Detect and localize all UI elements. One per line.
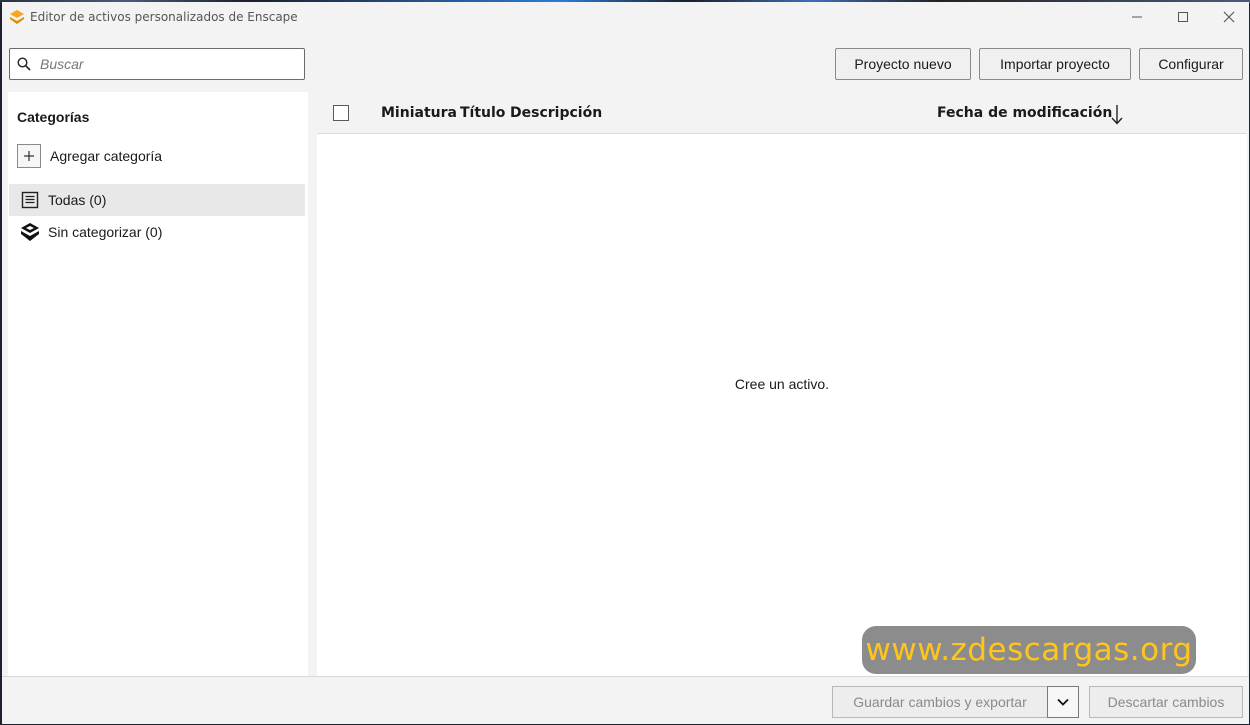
watermark: www.zdescargas.org [862, 626, 1196, 674]
sidebar-item-all[interactable]: Todas (0) [9, 184, 305, 216]
categories-heading: Categorías [17, 109, 90, 125]
maximize-icon [1178, 12, 1188, 22]
close-button[interactable] [1206, 2, 1249, 32]
configure-button[interactable]: Configurar [1139, 48, 1243, 80]
search-input[interactable] [40, 54, 295, 74]
plus-icon [17, 144, 41, 168]
sidebar-item-label: Todas (0) [48, 192, 107, 208]
enscape-logo-icon [20, 222, 40, 242]
sidebar-item-label: Sin categorizar (0) [48, 224, 163, 240]
close-icon [1223, 11, 1235, 23]
column-header-modified-date[interactable]: Fecha de modificación [937, 105, 1112, 121]
sidebar-item-uncategorized[interactable]: Sin categorizar (0) [9, 216, 305, 248]
table-header: Miniatura Título Descripción Fecha de mo… [317, 92, 1247, 134]
maximize-button[interactable] [1160, 2, 1206, 32]
save-and-export-button[interactable]: Guardar cambios y exportar [832, 686, 1048, 718]
minimize-icon [1132, 16, 1142, 18]
discard-changes-button[interactable]: Descartar cambios [1089, 686, 1243, 718]
minimize-button[interactable] [1114, 2, 1160, 32]
search-icon [17, 57, 31, 71]
title-bar[interactable]: Editor de activos personalizados de Ensc… [2, 2, 1249, 32]
add-category-label: Agregar categoría [50, 148, 163, 164]
sort-descending-icon[interactable] [1110, 103, 1124, 125]
enscape-app-icon [10, 10, 24, 24]
add-category-button[interactable]: Agregar categoría [17, 144, 162, 168]
assets-table: Miniatura Título Descripción Fecha de mo… [317, 92, 1247, 676]
chevron-down-icon [1057, 698, 1069, 706]
list-icon [20, 190, 40, 210]
footer-bar: Guardar cambios y exportar Descartar cam… [2, 676, 1249, 724]
column-header-description[interactable]: Descripción [510, 105, 602, 121]
categories-sidebar: Categorías Agregar categoría Todas (0) S… [8, 92, 308, 676]
app-window: Editor de activos personalizados de Ensc… [2, 2, 1249, 724]
window-title: Editor de activos personalizados de Ensc… [30, 10, 298, 24]
save-options-dropdown[interactable] [1047, 686, 1079, 718]
select-all-checkbox[interactable] [333, 105, 349, 121]
new-project-button[interactable]: Proyecto nuevo [835, 48, 971, 80]
empty-state-message: Cree un activo. [734, 376, 830, 392]
import-project-button[interactable]: Importar proyecto [979, 48, 1131, 80]
column-header-title[interactable]: Título [460, 105, 505, 121]
search-box[interactable] [9, 48, 305, 80]
column-header-thumbnail[interactable]: Miniatura [381, 105, 457, 121]
